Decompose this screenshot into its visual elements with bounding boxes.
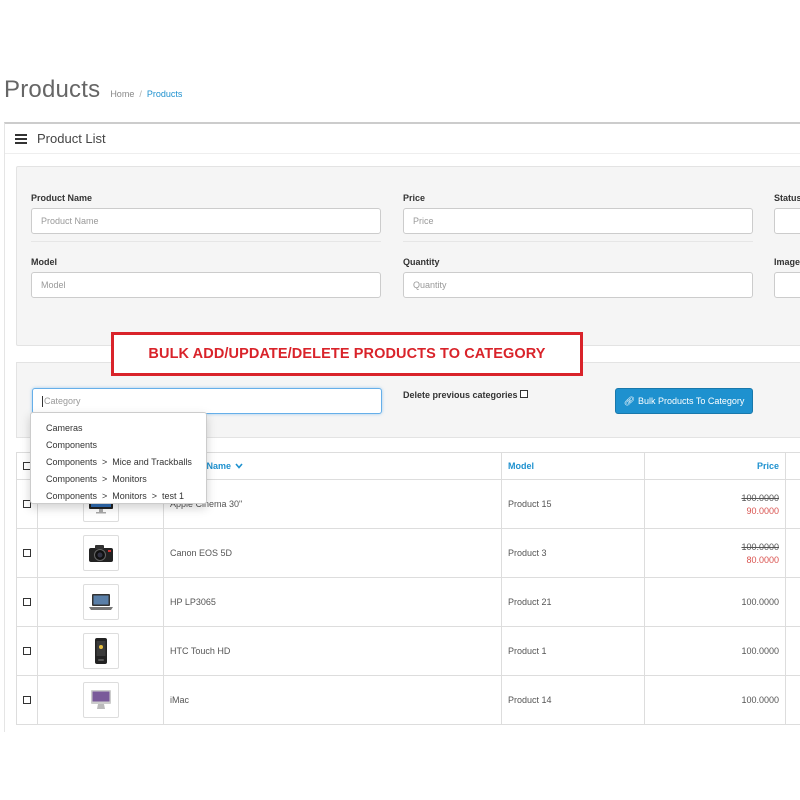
product-model: Product 15 bbox=[502, 480, 645, 528]
row-checkbox[interactable] bbox=[23, 696, 31, 704]
product-thumbnail bbox=[82, 682, 119, 718]
product-name: HTC Touch HD bbox=[164, 627, 502, 675]
category-placeholder: Category bbox=[44, 396, 81, 406]
autocomplete-item[interactable]: Components > Mice and Trackballs bbox=[31, 453, 206, 470]
quantity-label: Quantity bbox=[403, 257, 440, 267]
panel-title: Product List bbox=[37, 131, 106, 146]
delete-previous-checkbox[interactable] bbox=[519, 390, 528, 398]
phone-icon bbox=[94, 638, 107, 664]
table-row: iMac Product 14 100.0000 bbox=[16, 676, 800, 725]
price-label: Price bbox=[403, 193, 426, 203]
breadcrumb-separator: / bbox=[139, 89, 142, 99]
price-special: 90.0000 bbox=[746, 505, 779, 516]
status-select[interactable] bbox=[774, 208, 800, 234]
bulk-button-label: Bulk Products To Category bbox=[638, 396, 745, 406]
page-title: Products bbox=[4, 76, 101, 103]
header-product-name[interactable]: Product Name bbox=[164, 453, 502, 479]
table-row: HP LP3065 Product 21 100.0000 bbox=[16, 578, 800, 627]
header-price[interactable]: Price bbox=[645, 453, 786, 479]
status-label: Status bbox=[774, 193, 800, 203]
category-autocomplete-dropdown: Cameras Components Components > Mice and… bbox=[30, 412, 207, 504]
table-row: Canon EOS 5D Product 3 100.0000 80.0000 bbox=[16, 529, 800, 578]
bulk-banner: BULK ADD/UPDATE/DELETE PRODUCTS TO CATEG… bbox=[111, 332, 583, 376]
product-thumbnail bbox=[82, 584, 119, 620]
table-row: HTC Touch HD Product 1 100.0000 bbox=[16, 627, 800, 676]
autocomplete-item[interactable]: Components bbox=[31, 436, 206, 453]
image-select[interactable] bbox=[774, 272, 800, 298]
row-checkbox[interactable] bbox=[23, 549, 31, 557]
breadcrumb: Home / Products bbox=[110, 89, 182, 99]
product-name: iMac bbox=[164, 676, 502, 724]
header-model[interactable]: Model bbox=[502, 453, 645, 479]
breadcrumb-current[interactable]: Products bbox=[147, 89, 183, 99]
model-input[interactable]: Model bbox=[31, 272, 381, 298]
divider bbox=[403, 241, 753, 242]
quantity-input[interactable]: Quantity bbox=[403, 272, 753, 298]
imac-icon bbox=[90, 690, 111, 709]
row-checkbox[interactable] bbox=[23, 598, 31, 606]
product-price: 100.0000 bbox=[645, 578, 786, 626]
divider bbox=[31, 241, 381, 242]
delete-previous-label: Delete previous categories bbox=[403, 390, 518, 400]
delete-previous-categories[interactable]: Delete previous categories bbox=[403, 390, 528, 400]
product-name: HP LP3065 bbox=[164, 578, 502, 626]
bulk-products-to-category-button[interactable]: 🔗︎ Bulk Products To Category bbox=[615, 388, 753, 414]
model-label: Model bbox=[31, 257, 57, 267]
price-original: 100.0000 bbox=[741, 492, 779, 503]
panel-heading: Product List bbox=[5, 124, 800, 154]
autocomplete-item[interactable]: Components > Monitors bbox=[31, 470, 206, 487]
category-input[interactable]: Category bbox=[32, 388, 382, 414]
camera-icon bbox=[88, 545, 113, 562]
price-special: 80.0000 bbox=[746, 554, 779, 565]
price-input[interactable]: Price bbox=[403, 208, 753, 234]
chevron-down-icon bbox=[235, 463, 243, 469]
product-model: Product 3 bbox=[502, 529, 645, 577]
price-original: 100.0000 bbox=[741, 541, 779, 552]
row-checkbox[interactable] bbox=[23, 647, 31, 655]
product-price: 100.0000 bbox=[645, 627, 786, 675]
product-price: 100.0000 bbox=[645, 676, 786, 724]
autocomplete-item[interactable]: Cameras bbox=[31, 419, 206, 436]
link-icon: 🔗︎ bbox=[623, 395, 636, 406]
product-name-label: Product Name bbox=[31, 193, 93, 203]
autocomplete-item[interactable]: Components > Monitors > test 1 bbox=[31, 487, 206, 504]
product-model: Product 14 bbox=[502, 676, 645, 724]
image-label: Image bbox=[774, 257, 800, 267]
breadcrumb-home[interactable]: Home bbox=[110, 89, 134, 99]
product-model: Product 1 bbox=[502, 627, 645, 675]
text-cursor bbox=[42, 395, 43, 407]
product-thumbnail bbox=[82, 633, 119, 669]
filter-well: Product Name Product Name Price Price St… bbox=[16, 166, 800, 346]
list-icon bbox=[15, 133, 27, 144]
bulk-banner-text: BULK ADD/UPDATE/DELETE PRODUCTS TO CATEG… bbox=[148, 346, 546, 362]
product-thumbnail bbox=[82, 535, 119, 571]
product-price: 100.0000 80.0000 bbox=[645, 529, 786, 577]
product-name-input[interactable]: Product Name bbox=[31, 208, 381, 234]
laptop-icon bbox=[88, 594, 113, 610]
product-model: Product 21 bbox=[502, 578, 645, 626]
product-price: 100.0000 90.0000 bbox=[645, 480, 786, 528]
product-name: Canon EOS 5D bbox=[164, 529, 502, 577]
page-header: Products Home / Products bbox=[4, 76, 182, 106]
product-name: Apple Cinema 30" bbox=[164, 480, 502, 528]
